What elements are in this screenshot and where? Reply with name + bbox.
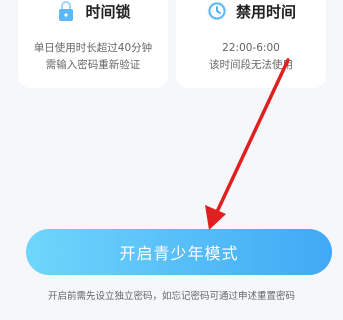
- time-lock-description: 单日使用时长超过40分钟 需输入密码重新验证: [18, 40, 168, 74]
- time-lock-card: 时间锁 单日使用时长超过40分钟 需输入密码重新验证: [18, 0, 168, 88]
- disabled-time-desc-line-2: 该时间段无法使用: [209, 59, 293, 71]
- lock-icon: [55, 0, 77, 22]
- clock-icon: [206, 0, 228, 22]
- disabled-time-desc-line-1: 22:00-6:00: [222, 42, 280, 54]
- enable-teen-mode-button[interactable]: 开启青少年模式: [26, 229, 332, 275]
- time-lock-desc-line-2: 需输入密码重新验证: [45, 59, 141, 71]
- disabled-time-title: 禁用时间: [235, 2, 296, 21]
- time-lock-title: 时间锁: [85, 2, 131, 21]
- password-hint-text: 开启前需先设立独立密码，如忘记密码可通过申述重置密码: [47, 291, 295, 302]
- disabled-time-description: 22:00-6:00 该时间段无法使用: [176, 40, 326, 74]
- disabled-time-card: 禁用时间 22:00-6:00 该时间段无法使用: [176, 0, 326, 88]
- time-lock-header: 时间锁: [18, 0, 168, 22]
- disabled-time-header: 禁用时间: [176, 0, 326, 22]
- time-lock-desc-line-1: 单日使用时长超过40分钟: [33, 42, 153, 54]
